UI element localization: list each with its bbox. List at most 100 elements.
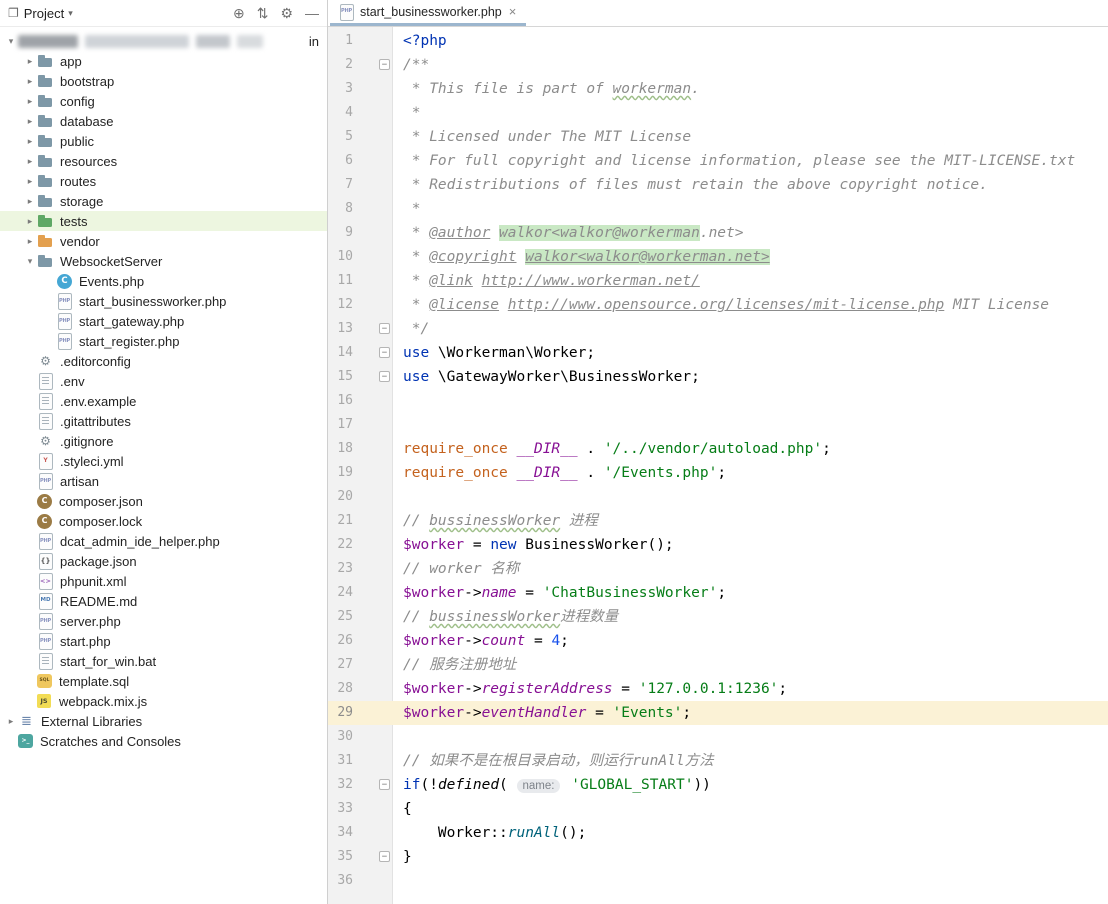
- code-line-14[interactable]: 14−use \Workerman\Worker;: [328, 341, 1108, 365]
- code-line-1[interactable]: 1<?php: [328, 29, 1108, 53]
- code-line-35[interactable]: 35−}: [328, 845, 1108, 869]
- code-line-31[interactable]: 31// 如果不是在根目录启动，则运行runAll方法: [328, 749, 1108, 773]
- code-line-11[interactable]: 11 * @link http://www.workerman.net/: [328, 269, 1108, 293]
- code-line-3[interactable]: 3 * This file is part of workerman.: [328, 77, 1108, 101]
- tree-item-start-register-php[interactable]: PHPstart_register.php: [0, 331, 327, 351]
- tree-item-public[interactable]: ▸public: [0, 131, 327, 151]
- tree-item-websocketserver[interactable]: ▾WebsocketServer: [0, 251, 327, 271]
- expand-arrow-icon[interactable]: ▸: [23, 116, 37, 127]
- code-line-8[interactable]: 8 *: [328, 197, 1108, 221]
- tree-item-webpack-mix-js[interactable]: JSwebpack.mix.js: [0, 691, 327, 711]
- tree-item-readme-md[interactable]: MDREADME.md: [0, 591, 327, 611]
- code-editor[interactable]: 1<?php2−/**3 * This file is part of work…: [328, 27, 1108, 904]
- tree-item-database[interactable]: ▸database: [0, 111, 327, 131]
- tree-item-composer-json[interactable]: Ccomposer.json: [0, 491, 327, 511]
- tree-item-storage[interactable]: ▸storage: [0, 191, 327, 211]
- tree-item-resources[interactable]: ▸resources: [0, 151, 327, 171]
- tree-item-scratches-and-consoles[interactable]: >_Scratches and Consoles: [0, 731, 327, 751]
- tree-item-editorconfig[interactable]: ⚙.editorconfig: [0, 351, 327, 371]
- code-line-4[interactable]: 4 *: [328, 101, 1108, 125]
- code-line-12[interactable]: 12 * @license http://www.opensource.org/…: [328, 293, 1108, 317]
- tree-item-artisan[interactable]: PHPartisan: [0, 471, 327, 491]
- fold-marker[interactable]: −: [379, 779, 390, 790]
- settings-gear-icon[interactable]: ⚙: [280, 6, 293, 20]
- code-line-29[interactable]: 29$worker->eventHandler = 'Events';: [328, 701, 1108, 725]
- project-selector[interactable]: Project: [24, 6, 64, 21]
- fold-marker[interactable]: −: [379, 323, 390, 334]
- expand-arrow-icon[interactable]: ▸: [23, 176, 37, 187]
- fold-marker[interactable]: −: [379, 347, 390, 358]
- tree-item-template-sql[interactable]: SQLtemplate.sql: [0, 671, 327, 691]
- code-line-5[interactable]: 5 * Licensed under The MIT License: [328, 125, 1108, 149]
- tree-item-bootstrap[interactable]: ▸bootstrap: [0, 71, 327, 91]
- code-line-16[interactable]: 16: [328, 389, 1108, 413]
- code-line-25[interactable]: 25// bussinessWorker进程数量: [328, 605, 1108, 629]
- expand-arrow-icon[interactable]: ▸: [23, 136, 37, 147]
- expand-arrow-icon[interactable]: ▸: [23, 56, 37, 67]
- expand-arrow-icon[interactable]: ▸: [23, 76, 37, 87]
- fold-marker[interactable]: −: [379, 851, 390, 862]
- tree-item-start-php[interactable]: PHPstart.php: [0, 631, 327, 651]
- expand-arrow-icon[interactable]: ▸: [4, 716, 18, 727]
- expand-arrow-icon[interactable]: ▸: [23, 156, 37, 167]
- tree-item-start-gateway-php[interactable]: PHPstart_gateway.php: [0, 311, 327, 331]
- code-line-28[interactable]: 28$worker->registerAddress = '127.0.0.1:…: [328, 677, 1108, 701]
- code-line-32[interactable]: 32−if(!defined( name: 'GLOBAL_START')): [328, 773, 1108, 797]
- chevron-down-icon[interactable]: ▾: [68, 8, 73, 19]
- fold-marker[interactable]: −: [379, 371, 390, 382]
- tree-item-phpunit-xml[interactable]: <>phpunit.xml: [0, 571, 327, 591]
- code-line-6[interactable]: 6 * For full copyright and license infor…: [328, 149, 1108, 173]
- code-line-24[interactable]: 24$worker->name = 'ChatBusinessWorker';: [328, 581, 1108, 605]
- code-line-21[interactable]: 21// bussinessWorker 进程: [328, 509, 1108, 533]
- expand-arrow-icon[interactable]: ▾: [4, 36, 18, 47]
- tree-item-project-root[interactable]: ▾in: [0, 31, 327, 51]
- tree-item-tests[interactable]: ▸tests: [0, 211, 327, 231]
- tree-item-gitignore[interactable]: ⚙.gitignore: [0, 431, 327, 451]
- code-line-36[interactable]: 36: [328, 869, 1108, 893]
- tree-item-events-php[interactable]: CEvents.php: [0, 271, 327, 291]
- fold-marker[interactable]: −: [379, 59, 390, 70]
- tree-item-external-libraries[interactable]: ▸≣External Libraries: [0, 711, 327, 731]
- expand-arrow-icon[interactable]: ▸: [23, 196, 37, 207]
- code-line-34[interactable]: 34 Worker::runAll();: [328, 821, 1108, 845]
- expand-arrow-icon[interactable]: ▸: [23, 96, 37, 107]
- code-line-18[interactable]: 18require_once __DIR__ . '/../vendor/aut…: [328, 437, 1108, 461]
- expand-arrow-icon[interactable]: ▸: [23, 216, 37, 227]
- code-line-30[interactable]: 30: [328, 725, 1108, 749]
- collapse-all-icon[interactable]: ⇅: [257, 6, 269, 20]
- expand-arrow-icon[interactable]: ▾: [23, 256, 37, 267]
- tree-item-vendor[interactable]: ▸vendor: [0, 231, 327, 251]
- tree-item-dcat-admin-ide-helper-php[interactable]: PHPdcat_admin_ide_helper.php: [0, 531, 327, 551]
- code-line-15[interactable]: 15−use \GatewayWorker\BusinessWorker;: [328, 365, 1108, 389]
- code-line-10[interactable]: 10 * @copyright walkor<walkor@workerman.…: [328, 245, 1108, 269]
- code-line-7[interactable]: 7 * Redistributions of files must retain…: [328, 173, 1108, 197]
- tab-start-businessworker[interactable]: PHP start_businessworker.php ×: [330, 0, 526, 26]
- tree-item-start-businessworker-php[interactable]: PHPstart_businessworker.php: [0, 291, 327, 311]
- code-line-23[interactable]: 23// worker 名称: [328, 557, 1108, 581]
- tree-item-config[interactable]: ▸config: [0, 91, 327, 111]
- tree-item-routes[interactable]: ▸routes: [0, 171, 327, 191]
- tree-item-env-example[interactable]: .env.example: [0, 391, 327, 411]
- tree-item-package-json[interactable]: {}package.json: [0, 551, 327, 571]
- code-line-9[interactable]: 9 * @author walkor<walkor@workerman.net>: [328, 221, 1108, 245]
- tree-item-app[interactable]: ▸app: [0, 51, 327, 71]
- code-line-20[interactable]: 20: [328, 485, 1108, 509]
- code-line-17[interactable]: 17: [328, 413, 1108, 437]
- tree-item-composer-lock[interactable]: Ccomposer.lock: [0, 511, 327, 531]
- code-line-26[interactable]: 26$worker->count = 4;: [328, 629, 1108, 653]
- tree-item-styleci-yml[interactable]: Y.styleci.yml: [0, 451, 327, 471]
- tree-item-server-php[interactable]: PHPserver.php: [0, 611, 327, 631]
- tree-item-start-for-win-bat[interactable]: start_for_win.bat: [0, 651, 327, 671]
- code-line-22[interactable]: 22$worker = new BusinessWorker();: [328, 533, 1108, 557]
- tree-item-gitattributes[interactable]: .gitattributes: [0, 411, 327, 431]
- code-line-33[interactable]: 33{: [328, 797, 1108, 821]
- close-icon[interactable]: ×: [509, 5, 517, 18]
- locate-file-icon[interactable]: ⊕: [233, 6, 245, 20]
- hide-panel-icon[interactable]: —: [305, 6, 319, 20]
- code-line-13[interactable]: 13− */: [328, 317, 1108, 341]
- code-line-2[interactable]: 2−/**: [328, 53, 1108, 77]
- code-line-19[interactable]: 19require_once __DIR__ . '/Events.php';: [328, 461, 1108, 485]
- tree-item-env[interactable]: .env: [0, 371, 327, 391]
- code-line-27[interactable]: 27// 服务注册地址: [328, 653, 1108, 677]
- expand-arrow-icon[interactable]: ▸: [23, 236, 37, 247]
